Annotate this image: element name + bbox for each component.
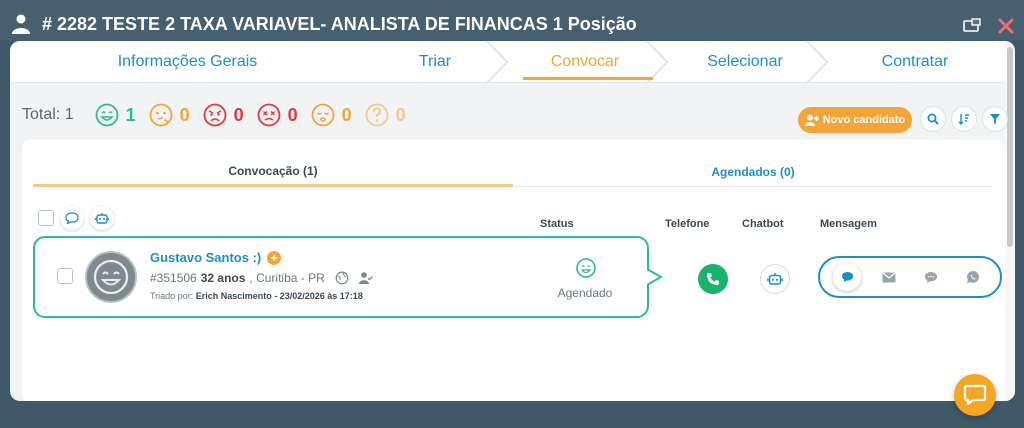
triado-by: Erich Nascimento - 23/02/2026 às 17:18 xyxy=(195,291,363,301)
triado-info: Triado por: Erich Nascimento - 23/02/202… xyxy=(150,291,363,301)
sms-icon xyxy=(925,271,937,283)
sort-button[interactable] xyxy=(951,106,977,132)
search-icon xyxy=(927,113,939,125)
sleepy-face-icon xyxy=(311,103,335,127)
filter-button[interactable] xyxy=(982,106,1008,132)
total-count: 1 xyxy=(125,104,136,125)
step-label: Contratar xyxy=(881,53,949,70)
modal-scrollbar[interactable] xyxy=(1005,41,1015,401)
candidate-name[interactable]: Gustavo Santos :) + xyxy=(150,250,282,265)
happy-face-icon xyxy=(93,259,129,295)
sort-icon xyxy=(958,114,969,125)
candidate-card[interactable]: Gustavo Santos :) + #351506 32 anos , Cu… xyxy=(33,236,649,318)
filter-icon xyxy=(990,114,1000,124)
total-count: 0 xyxy=(179,104,190,125)
modal-header-actions xyxy=(962,16,1016,36)
triado-label: Triado por: xyxy=(150,291,194,301)
column-status: Status xyxy=(540,218,574,230)
close-icon[interactable] xyxy=(996,16,1016,36)
help-chat-button[interactable] xyxy=(954,374,996,416)
modal-title: # 2282 TESTE 2 TAXA VARIAVEL- ANALISTA D… xyxy=(42,13,637,34)
message-channels xyxy=(818,256,1002,298)
screen-share-icon[interactable] xyxy=(962,16,982,36)
total-happy[interactable]: 1 xyxy=(94,102,136,128)
candidate-modal: Informações Gerais Triar Convocar Seleci… xyxy=(10,41,1015,401)
bulk-message-button[interactable] xyxy=(60,206,84,230)
candidates-panel: Convocação (1) Agendados (0) Status Tele… xyxy=(22,139,1005,401)
card-pointer xyxy=(647,247,664,307)
whatsapp-channel-button[interactable] xyxy=(959,263,987,291)
status-happy-icon xyxy=(576,258,596,278)
step-label: Convocar xyxy=(550,53,620,70)
totals-row: Total: 1 1 0 0 0 0 0 xyxy=(22,101,418,129)
panel-tabs: Convocação (1) Agendados (0) xyxy=(33,157,993,187)
column-chatbot: Chatbot xyxy=(742,218,784,230)
step-informacoes-gerais[interactable]: Informações Gerais xyxy=(10,41,365,83)
step-convocar[interactable]: Convocar xyxy=(505,41,669,83)
sms-channel-button[interactable] xyxy=(917,263,945,291)
step-label: Selecionar xyxy=(707,53,783,70)
total-unknown[interactable]: 0 xyxy=(364,102,406,128)
candidate-age: 32 anos xyxy=(200,271,246,285)
total-count: 0 xyxy=(395,104,406,125)
tab-agendados[interactable]: Agendados (0) xyxy=(513,157,993,187)
candidate-name-text: Gustavo Santos :) xyxy=(150,250,262,265)
total-sleepy[interactable]: 0 xyxy=(310,102,352,128)
total-count: 0 xyxy=(233,104,244,125)
globe-icon[interactable] xyxy=(335,271,349,285)
candidate-checkbox[interactable] xyxy=(57,268,73,284)
user-icon xyxy=(10,13,32,35)
candidate-meta: #351506 32 anos , Curitiba - PR xyxy=(150,271,373,285)
whatsapp-icon xyxy=(967,271,979,283)
avatar[interactable] xyxy=(85,251,137,303)
search-button[interactable] xyxy=(920,106,946,132)
user-check-icon[interactable] xyxy=(358,271,373,285)
robot-icon xyxy=(95,212,109,224)
mail-icon xyxy=(882,272,896,282)
total-count: 0 xyxy=(287,104,298,125)
select-all-checkbox[interactable] xyxy=(38,210,54,226)
step-selecionar[interactable]: Selecionar xyxy=(665,41,829,83)
scrollbar-thumb[interactable] xyxy=(1007,47,1013,247)
status-badge: Agendado xyxy=(557,286,613,300)
robot-icon xyxy=(767,273,783,285)
dizzy-face-icon xyxy=(257,103,281,127)
total-angry[interactable]: 0 xyxy=(202,102,244,128)
add-user-icon xyxy=(804,114,819,126)
add-badge-icon[interactable]: + xyxy=(267,250,282,265)
email-channel-button[interactable] xyxy=(875,263,903,291)
process-steps: Informações Gerais Triar Convocar Seleci… xyxy=(10,41,1005,83)
step-label: Triar xyxy=(418,53,452,70)
toolbar xyxy=(920,106,1008,132)
total-thinking[interactable]: 0 xyxy=(148,102,190,128)
phone-icon xyxy=(707,273,719,285)
happy-face-icon xyxy=(95,103,118,127)
angry-face-icon xyxy=(203,103,227,127)
column-mensagem: Mensagem xyxy=(820,218,877,230)
chat-bubble-icon xyxy=(841,272,853,282)
candidate-location: , Curitiba - PR xyxy=(249,271,325,285)
bulk-actions xyxy=(38,206,114,230)
thinking-face-icon xyxy=(149,103,173,127)
question-face-icon xyxy=(365,103,389,127)
step-label: Informações Gerais xyxy=(117,53,258,70)
column-telefone: Telefone xyxy=(665,218,710,230)
chat-bubble-icon xyxy=(963,384,987,406)
modal-header: # 2282 TESTE 2 TAXA VARIAVEL- ANALISTA D… xyxy=(10,10,637,38)
novo-candidato-label: Novo candidato xyxy=(822,114,906,126)
total-label: Total: 1 xyxy=(22,106,74,123)
phone-button[interactable] xyxy=(698,264,728,294)
chat-bubble-icon xyxy=(65,212,79,224)
chat-channel-button[interactable] xyxy=(833,263,861,291)
step-triar[interactable]: Triar xyxy=(365,41,509,83)
bulk-chatbot-button[interactable] xyxy=(90,206,114,230)
chatbot-button[interactable] xyxy=(760,264,790,294)
novo-candidato-button[interactable]: Novo candidato xyxy=(798,107,912,133)
tab-convocacao[interactable]: Convocação (1) xyxy=(33,157,513,187)
total-count: 0 xyxy=(341,104,352,125)
total-dizzy[interactable]: 0 xyxy=(256,102,298,128)
step-contratar[interactable]: Contratar xyxy=(825,41,1005,83)
candidate-id: #351506 xyxy=(150,271,197,285)
